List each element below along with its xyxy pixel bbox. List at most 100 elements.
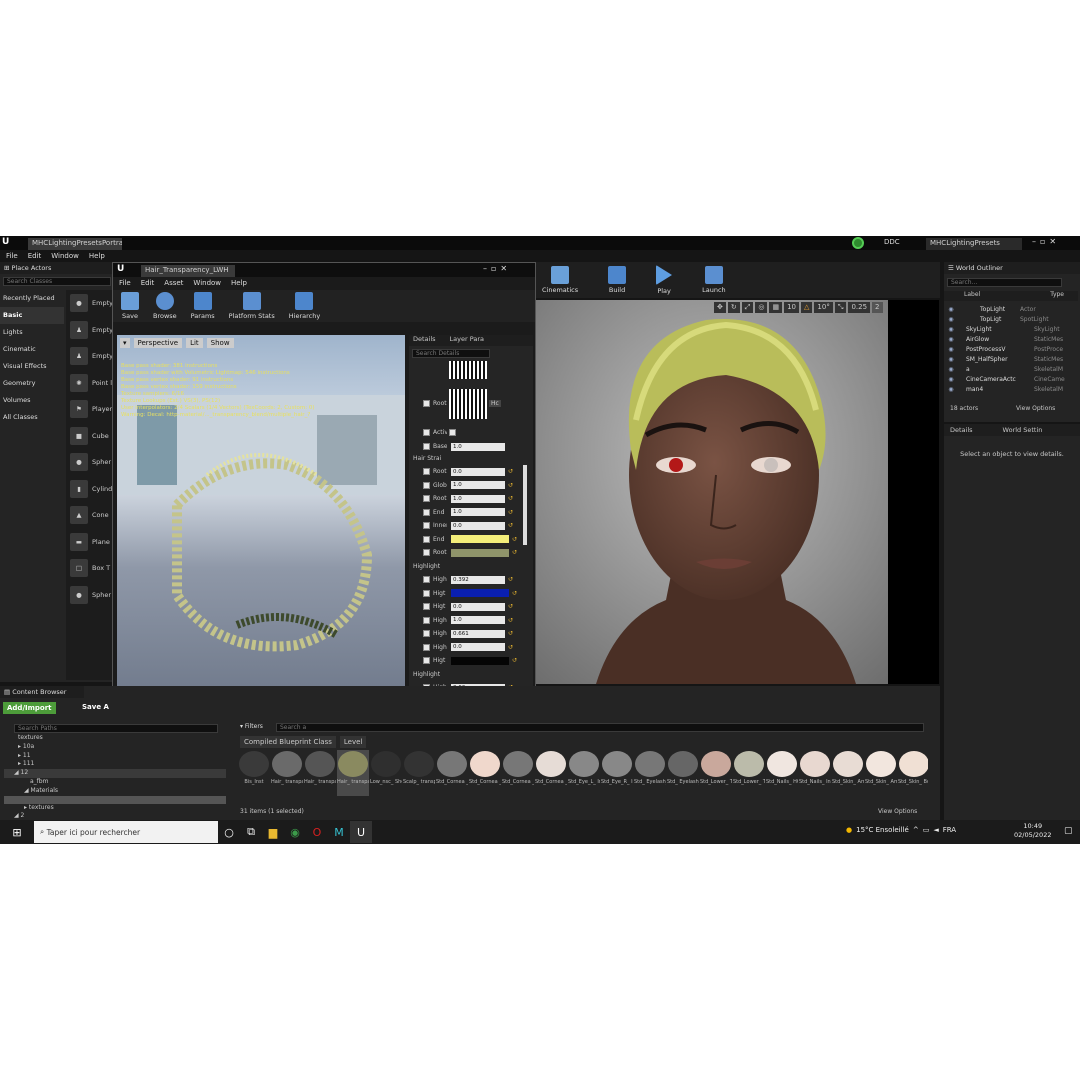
asset-tile[interactable]: Std_ Eyelash_ Inst <box>634 750 666 796</box>
asset-tile[interactable]: Scalp_ transparenc Inst <box>403 750 435 796</box>
param-value[interactable]: 1.0 <box>451 508 505 517</box>
windows-start-icon[interactable]: ⊞ <box>0 821 34 843</box>
color-swatch[interactable] <box>451 548 509 557</box>
actor-item[interactable]: ♟ Empty <box>66 317 114 344</box>
search-paths-input[interactable]: Search Paths <box>14 724 218 733</box>
hierarchy-button[interactable]: Hierarchy <box>289 292 320 320</box>
save-all-button[interactable]: Save A <box>82 703 109 711</box>
menu-edit[interactable]: Edit <box>28 252 42 260</box>
menu-file[interactable]: File <box>6 252 18 260</box>
camera-speed-value[interactable]: 2 <box>872 302 883 313</box>
rotation-snap-icon[interactable]: △ <box>801 302 813 313</box>
category-geometry[interactable]: Geometry <box>0 375 64 392</box>
asset-tile[interactable]: Std_Cornea _L_LWHO_ Inst <box>469 750 501 796</box>
reset-icon[interactable]: ↺ <box>508 495 513 502</box>
category-volumes[interactable]: Volumes <box>0 392 64 409</box>
clock[interactable]: 10:49 02/05/2022 <box>1014 822 1051 840</box>
speaker-icon[interactable]: ◄ <box>933 826 938 834</box>
search-classes-input[interactable]: Search Classes <box>3 277 111 286</box>
param-value[interactable]: 0.0 <box>451 521 505 530</box>
category-basic[interactable]: Basic <box>0 307 64 324</box>
file-explorer-icon[interactable]: ▆ <box>262 821 284 843</box>
col-type[interactable]: Type <box>1050 291 1064 301</box>
asset-tile[interactable]: Hair_ transparenc y_LWHO <box>271 750 303 796</box>
param-checkbox[interactable] <box>423 400 430 408</box>
texture-thumbnail[interactable] <box>449 361 487 379</box>
menu-help[interactable]: Help <box>89 252 105 260</box>
menu-edit[interactable]: Edit <box>141 279 155 287</box>
search-assets-input[interactable]: Search a <box>276 723 924 732</box>
outliner-search-input[interactable]: Search... <box>947 278 1062 287</box>
param-value[interactable]: 0.0 <box>451 643 505 652</box>
param-checkbox[interactable] <box>423 616 430 624</box>
param-value[interactable]: 0.661 <box>451 629 505 638</box>
color-swatch[interactable] <box>451 589 509 598</box>
outliner-row[interactable]: ◉ AirGlow StaticMes <box>944 334 1068 344</box>
actor-item[interactable]: ▲ Cone <box>66 502 114 529</box>
asset-tile[interactable]: Std_Skin_ Arm_Inst <box>865 750 897 796</box>
outliner-row[interactable]: ◉ man4 SkeletalM <box>944 384 1068 394</box>
outliner-row[interactable]: ◉ CineCameraActc CineCame <box>944 374 1068 384</box>
folder-item[interactable]: ▸ textures <box>4 804 226 813</box>
menu-window[interactable]: Window <box>51 252 79 260</box>
category-lights[interactable]: Lights <box>0 324 64 341</box>
main-level-tab[interactable]: MHCLightingPresetsPortrait <box>28 238 122 250</box>
material-window-controls[interactable]: –▫✕ <box>483 264 511 273</box>
world-icon[interactable]: ◎ <box>755 302 768 313</box>
color-swatch[interactable] <box>451 656 509 665</box>
asset-tile[interactable]: Std_Skin_ Arm_HQ_ Inst <box>832 750 864 796</box>
param-checkbox[interactable] <box>423 522 430 530</box>
actor-item[interactable]: ● Spher <box>66 449 114 476</box>
param-checkbox[interactable] <box>423 643 430 651</box>
param-value[interactable]: 1.0 <box>451 481 505 490</box>
param-value[interactable]: 1.0 <box>451 616 505 625</box>
actor-item[interactable]: ■ Cube <box>66 423 114 450</box>
folder-item-selected[interactable] <box>4 795 226 804</box>
actor-item[interactable]: □ Box T <box>66 555 114 582</box>
col-label[interactable]: Label <box>964 291 980 301</box>
visibility-eye-icon[interactable]: ◉ <box>944 316 958 323</box>
asset-tile[interactable]: Std_Lower_ Teeth_Inst <box>700 750 732 796</box>
notifications-icon[interactable]: ▢ <box>1064 826 1073 836</box>
folder-item[interactable]: ▸ 11 <box>4 752 226 761</box>
taskbar-search-input[interactable]: ⌕ Taper ici pour rechercher <box>34 821 218 843</box>
outliner-row[interactable]: ◉ TopLight Actor <box>944 304 1068 314</box>
actor-item[interactable]: ● Spher <box>66 582 114 609</box>
reset-icon[interactable]: ↺ <box>512 590 517 597</box>
outliner-row[interactable]: ◉ SM_HalfSpher StaticMes <box>944 354 1068 364</box>
reset-icon[interactable]: ↺ <box>508 617 513 624</box>
param-checkbox[interactable] <box>423 535 430 543</box>
texture-select[interactable]: Hc <box>489 400 501 408</box>
outliner-row[interactable]: ◉ SkyLight SkyLight <box>944 324 1068 334</box>
category-recently-placed[interactable]: Recently Placed <box>0 290 64 307</box>
folder-item[interactable]: ▸ 111 <box>4 760 226 769</box>
content-view-options[interactable]: View Options <box>878 808 917 815</box>
grid-snap-value[interactable]: 10 <box>784 302 800 313</box>
folder-item[interactable]: textures <box>4 734 226 743</box>
param-value[interactable]: 1.0 <box>451 442 505 451</box>
cinematics-button[interactable]: Cinematics <box>542 266 578 294</box>
param-value[interactable]: 0.0 <box>451 467 505 476</box>
reset-icon[interactable]: ↺ <box>508 522 513 529</box>
outliner-row[interactable]: ◉ PostProcessV PostProce <box>944 344 1068 354</box>
asset-tile[interactable]: Low_nsc_ Shorts_ Inst <box>370 750 402 796</box>
tab-details[interactable]: Details <box>413 335 436 346</box>
show-button[interactable]: Show <box>206 338 234 348</box>
visibility-eye-icon[interactable]: ◉ <box>944 366 958 373</box>
visibility-eye-icon[interactable]: ◉ <box>944 376 958 383</box>
viewport-options-button[interactable]: ▾ <box>120 338 130 348</box>
param-checkbox[interactable] <box>423 481 430 489</box>
visibility-eye-icon[interactable]: ◉ <box>944 326 958 333</box>
param-checkbox[interactable] <box>423 468 430 476</box>
params-button[interactable]: Params <box>191 292 215 320</box>
category-cinematic[interactable]: Cinematic <box>0 341 64 358</box>
ddc-label[interactable]: DDC <box>884 238 900 246</box>
category-visual-effects[interactable]: Visual Effects <box>0 358 64 375</box>
asset-tile[interactable]: Bis_Inst <box>238 750 270 796</box>
asset-tile[interactable]: Std_Cornea _R_LWHO_ Inst <box>535 750 567 796</box>
asset-tile[interactable]: Std_Cornea _L_Inst <box>436 750 468 796</box>
chevron-up-icon[interactable]: ^ <box>913 826 919 834</box>
param-value[interactable]: 0.392 <box>451 575 505 584</box>
category-all-classes[interactable]: All Classes <box>0 409 64 426</box>
move-icon[interactable]: ✥ <box>714 302 726 313</box>
